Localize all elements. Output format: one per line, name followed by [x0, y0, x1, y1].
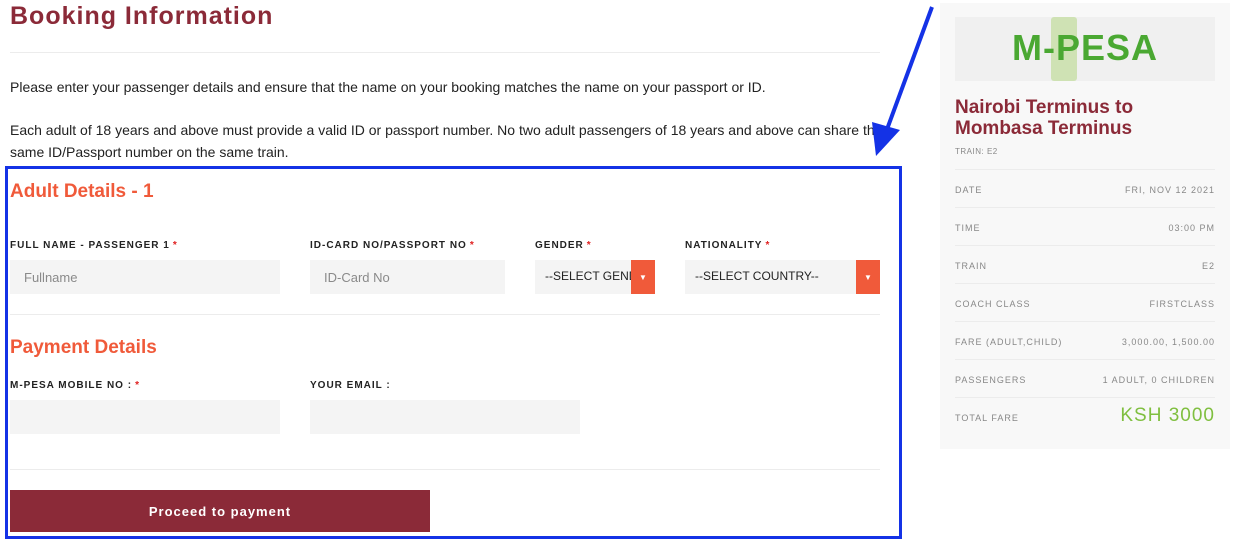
info-row-fare: FARE (ADULT,CHILD) 3,000.00, 1,500.00 [955, 321, 1215, 360]
total-fare-value: KSH 3000 [1120, 405, 1215, 426]
info-value: FIRSTCLASS [1149, 299, 1215, 309]
mpesa-logo: M-PESA [955, 17, 1215, 81]
intro-text-1: Please enter your passenger details and … [10, 79, 766, 95]
info-label: COACH CLASS [955, 299, 1031, 309]
info-row-total-fare: TOTAL FARE KSH 3000 [955, 397, 1215, 436]
info-label: TRAIN [955, 261, 987, 271]
info-label: PASSENGERS [955, 375, 1027, 385]
info-value: 03:00 PM [1168, 223, 1215, 233]
info-row-train: TRAIN E2 [955, 245, 1215, 284]
info-value: 1 ADULT, 0 CHILDREN [1102, 375, 1215, 385]
info-label: TIME [955, 223, 981, 233]
intro-text-2: Each adult of 18 years and above must pr… [10, 122, 883, 160]
annotation-arrow-icon [872, 6, 934, 156]
info-label: FARE (ADULT,CHILD) [955, 337, 1063, 347]
train-subtitle: TRAIN: E2 [955, 147, 998, 156]
mpesa-logo-text: M-PESA [1011, 27, 1158, 68]
route-title: Nairobi Terminus to Mombasa Terminus [955, 97, 1134, 139]
info-row-passengers: PASSENGERS 1 ADULT, 0 CHILDREN [955, 359, 1215, 398]
title-divider [10, 52, 880, 53]
info-label: DATE [955, 185, 983, 195]
info-value: E2 [1201, 261, 1215, 271]
info-row-date: DATE FRI, NOV 12 2021 [955, 169, 1215, 208]
booking-summary-sidebar: M-PESA Nairobi Terminus to Mombasa Termi… [940, 3, 1230, 449]
info-row-time: TIME 03:00 PM [955, 207, 1215, 246]
info-row-coach-class: COACH CLASS FIRSTCLASS [955, 283, 1215, 322]
info-value: 3,000.00, 1,500.00 [1121, 337, 1215, 347]
highlight-box [5, 166, 902, 539]
info-value: FRI, NOV 12 2021 [1124, 185, 1215, 195]
page-title: Booking Information [10, 2, 274, 30]
total-fare-label: TOTAL FARE [955, 413, 1019, 423]
